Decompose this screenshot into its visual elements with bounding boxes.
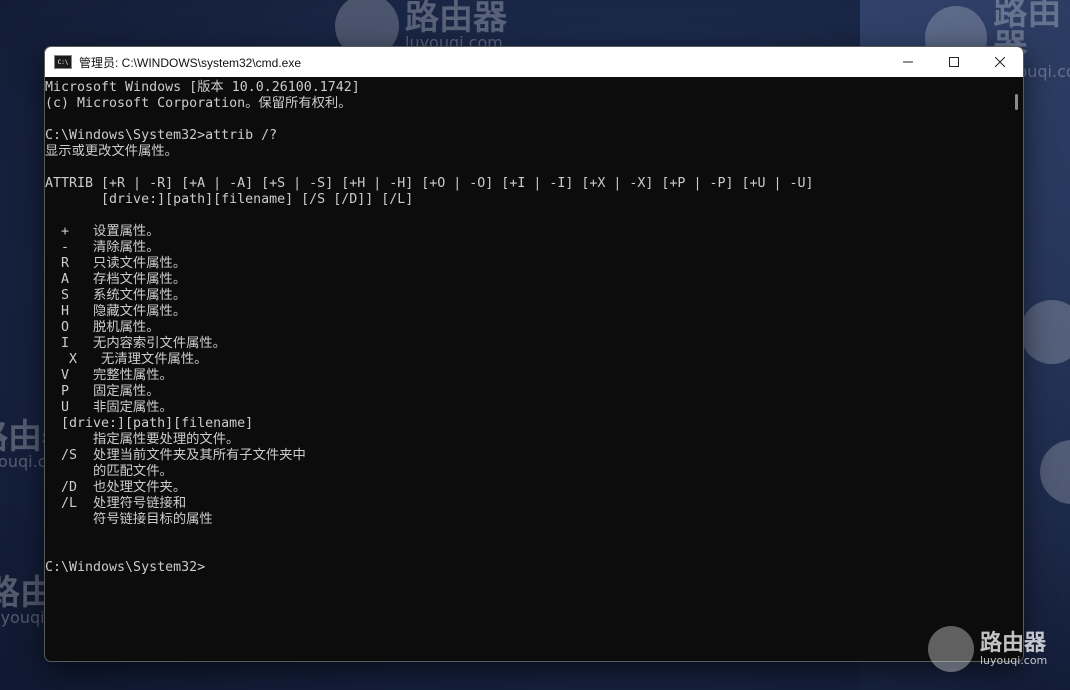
console-line: 指定属性要处理的文件。 [45, 432, 240, 447]
minimize-button[interactable] [885, 47, 931, 77]
watermark-brand: 路由器 [980, 630, 1047, 656]
console-line: C:\Windows\System32> [45, 560, 206, 575]
console-line: H 隐藏文件属性。 [45, 304, 187, 319]
cmd-window: C:\ 管理员: C:\WINDOWS\system32\cmd.exe Mic… [44, 46, 1024, 662]
scrollbar-thumb[interactable] [1015, 94, 1018, 110]
window-controls [885, 47, 1023, 77]
watermark-right-lower [1040, 440, 1070, 504]
maximize-icon [949, 57, 959, 67]
router-logo-icon [928, 626, 974, 672]
router-logo-icon [1020, 300, 1070, 364]
close-icon [995, 57, 1005, 67]
cmd-app-icon: C:\ [54, 55, 72, 69]
console-line: 显示或更改文件属性。 [45, 144, 178, 159]
console-line: U 非固定属性。 [45, 400, 173, 415]
console-line: I 无内容索引文件属性。 [45, 336, 227, 351]
console-line: ATTRIB [+R | -R] [+A | -A] [+S | -S] [+H… [45, 176, 814, 191]
console-line: O 脱机属性。 [45, 320, 160, 335]
close-button[interactable] [977, 47, 1023, 77]
minimize-icon [903, 61, 913, 63]
console-line: C:\Windows\System32>attrib /? [45, 128, 278, 143]
console-line: /L 处理符号链接和 [45, 496, 187, 511]
watermark-right-mid [1020, 300, 1070, 364]
console-line: (c) Microsoft Corporation。保留所有权利。 [45, 96, 352, 111]
router-logo-icon [1040, 440, 1070, 504]
console-line: [drive:][path][filename] [45, 416, 254, 431]
vertical-scrollbar[interactable] [1009, 78, 1023, 661]
console-line: Microsoft Windows [版本 10.0.26100.1742] [45, 80, 360, 95]
console-line: - 清除属性。 [45, 240, 160, 255]
window-title: 管理员: C:\WINDOWS\system32\cmd.exe [79, 55, 302, 70]
watermark-bottom-right: 路由器 luyouqi.com [928, 626, 1047, 672]
console-line: R 只读文件属性。 [45, 256, 187, 271]
console-line: 符号链接目标的属性 [45, 512, 213, 527]
watermark-site: luyouqi.com [980, 653, 1048, 667]
console-line: A 存档文件属性。 [45, 272, 187, 287]
console-line: 的匹配文件。 [45, 464, 173, 479]
console-line: + 设置属性。 [45, 224, 160, 239]
maximize-button[interactable] [931, 47, 977, 77]
console-line: /D 也处理文件夹。 [45, 480, 187, 495]
console-line: V 完整性属性。 [45, 368, 173, 383]
console-line: S 系统文件属性。 [45, 288, 187, 303]
console-output[interactable]: Microsoft Windows [版本 10.0.26100.1742] (c… [45, 78, 1009, 661]
console-line: P 固定属性。 [45, 384, 160, 399]
watermark-brand: 路由器 [405, 0, 507, 38]
title-bar[interactable]: C:\ 管理员: C:\WINDOWS\system32\cmd.exe [45, 47, 1023, 77]
console-line: X 无清理文件属性。 [45, 352, 208, 367]
console-line: [drive:][path][filename] [/S [/D]] [/L] [45, 192, 414, 207]
console-line: /S 处理当前文件夹及其所有子文件夹中 [45, 448, 306, 463]
